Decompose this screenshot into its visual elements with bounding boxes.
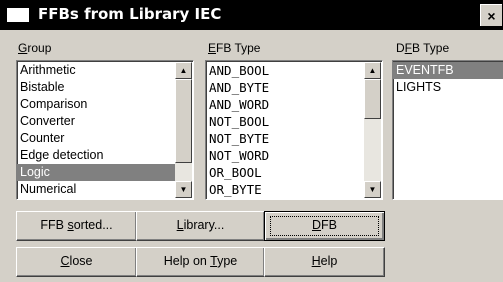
scroll-down-icon[interactable]: ▼ bbox=[364, 181, 381, 198]
list-item-group-7[interactable]: Numerical bbox=[17, 181, 175, 198]
list-item-efb-3[interactable]: NOT_BOOL bbox=[206, 113, 364, 130]
list-item-group-3[interactable]: Converter bbox=[17, 113, 175, 130]
group-scrollbar[interactable]: ▲ ▼ bbox=[175, 62, 192, 198]
list-item-efb-4[interactable]: NOT_BYTE bbox=[206, 130, 364, 147]
dfb-button[interactable]: DFB bbox=[264, 211, 385, 241]
ffb-dialog: FFBs from Library IEC × Group EFB Type D… bbox=[0, 0, 503, 282]
group-label: Group bbox=[18, 41, 52, 55]
dfb-listbox[interactable]: EVENTFB LIGHTS bbox=[392, 60, 503, 200]
efb-listbox[interactable]: AND_BOOL AND_BYTE AND_WORD NOT_BOOL NOT_… bbox=[205, 60, 383, 200]
library-button[interactable]: Library... bbox=[136, 211, 265, 241]
list-item-efb-2[interactable]: AND_WORD bbox=[206, 96, 364, 113]
list-item-efb-0[interactable]: AND_BOOL bbox=[206, 62, 364, 79]
list-item-efb-6[interactable]: OR_BOOL bbox=[206, 164, 364, 181]
window-title: FFBs from Library IEC bbox=[38, 5, 222, 23]
dfb-type-label: DFB Type bbox=[396, 41, 450, 55]
list-item-group-4[interactable]: Counter bbox=[17, 130, 175, 147]
list-item-group-5[interactable]: Edge detection bbox=[17, 147, 175, 164]
help-button[interactable]: Help bbox=[264, 247, 385, 277]
scroll-thumb[interactable] bbox=[364, 79, 381, 119]
scroll-up-icon[interactable]: ▲ bbox=[175, 62, 192, 79]
scroll-up-icon[interactable]: ▲ bbox=[364, 62, 381, 79]
list-item-dfb-1[interactable]: LIGHTS bbox=[393, 79, 503, 96]
window-icon bbox=[7, 8, 29, 22]
close-window-button[interactable]: × bbox=[480, 4, 502, 26]
list-item-efb-7[interactable]: OR_BYTE bbox=[206, 181, 364, 198]
efb-scrollbar[interactable]: ▲ ▼ bbox=[364, 62, 381, 198]
help-on-type-button[interactable]: Help on Type bbox=[136, 247, 265, 277]
list-item-group-2[interactable]: Comparison bbox=[17, 96, 175, 113]
close-button[interactable]: Close bbox=[16, 247, 137, 277]
group-listbox[interactable]: Arithmetic Bistable Comparison Converter… bbox=[16, 60, 194, 200]
scroll-down-icon[interactable]: ▼ bbox=[175, 181, 192, 198]
list-item-efb-1[interactable]: AND_BYTE bbox=[206, 79, 364, 96]
scroll-thumb[interactable] bbox=[175, 79, 192, 163]
ffb-sorted-button[interactable]: FFB sorted... bbox=[16, 211, 137, 241]
list-item-group-6[interactable]: Logic bbox=[17, 164, 175, 181]
list-item-group-0[interactable]: Arithmetic bbox=[17, 62, 175, 79]
list-item-group-1[interactable]: Bistable bbox=[17, 79, 175, 96]
efb-type-label: EFB Type bbox=[208, 41, 261, 55]
list-item-dfb-0[interactable]: EVENTFB bbox=[393, 62, 503, 79]
title-bar[interactable]: FFBs from Library IEC × bbox=[0, 0, 503, 30]
list-item-efb-5[interactable]: NOT_WORD bbox=[206, 147, 364, 164]
